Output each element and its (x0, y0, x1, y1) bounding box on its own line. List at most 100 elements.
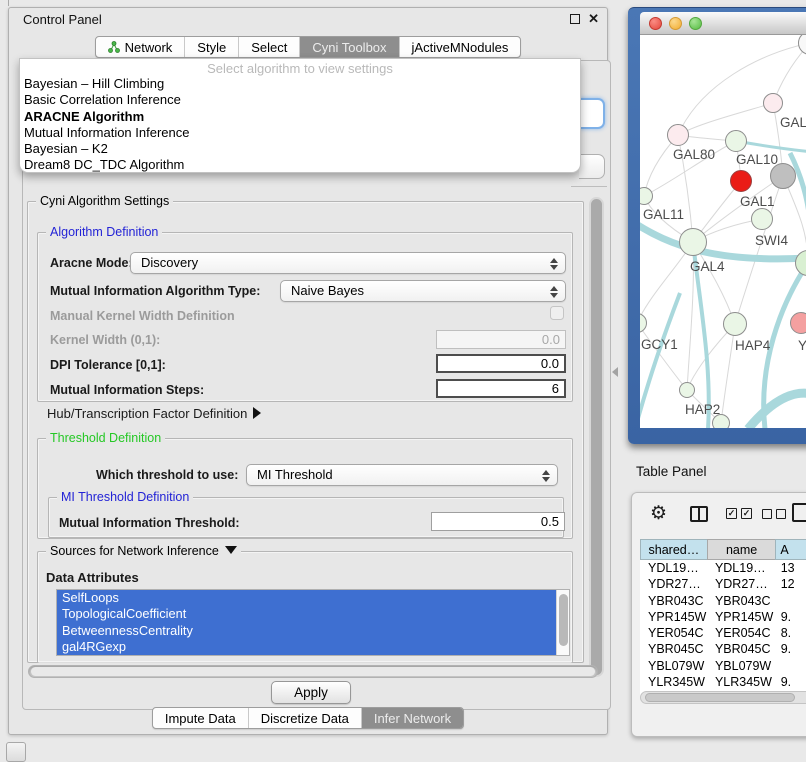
tab-style[interactable]: Style (185, 37, 239, 57)
network-node-hap2[interactable] (679, 382, 695, 398)
network-node-gal10[interactable] (725, 130, 747, 152)
which-threshold-select[interactable]: MI Threshold (246, 464, 558, 486)
network-window-titlebar[interactable] (640, 12, 806, 35)
network-node-gal7[interactable] (763, 93, 783, 113)
unchecked-boxes-icon[interactable] (762, 509, 786, 519)
algorithm-option[interactable]: Bayesian – K2 (20, 141, 580, 157)
gear-icon[interactable]: ⚙ (650, 502, 667, 525)
attribute-item[interactable]: BetweennessCentrality (57, 623, 569, 639)
split-view-icon[interactable] (690, 506, 708, 522)
table-row[interactable]: YBL079WYBL079W (640, 658, 806, 674)
algorithm-option[interactable]: Mutual Information Inference (20, 125, 580, 141)
tab-select[interactable]: Select (239, 37, 300, 57)
attribute-item[interactable]: TopologicalCoefficient (57, 606, 569, 622)
network-node-gal1[interactable] (730, 170, 752, 192)
table-cell: YBR043C (707, 593, 776, 609)
mi-algorithm-type-select[interactable]: Naive Bayes (280, 280, 566, 302)
tab-network-label: Network (125, 37, 173, 58)
minimize-window-icon[interactable] (669, 17, 682, 30)
network-node[interactable] (712, 414, 730, 428)
table-row[interactable]: YBR043CYBR043C (640, 593, 806, 609)
table-row[interactable]: YPR145WYPR145W9. (640, 609, 806, 625)
column-header-shared[interactable]: shared… (640, 539, 707, 560)
network-node-hap4[interactable] (723, 312, 747, 336)
sources-group: Sources for Network Inference Data Attri… (37, 551, 573, 663)
table-cell: 12 (776, 576, 806, 592)
which-threshold-label: Which threshold to use: (96, 468, 238, 482)
mi-steps-label: Mutual Information Steps: (50, 383, 204, 397)
zoom-window-icon[interactable] (689, 17, 702, 30)
table-cell: 9. (776, 674, 806, 690)
network-view-window: GAL7GAL80GAL10GAL1SWI4GAL11GAL4GCY1HAP4Y… (628, 7, 806, 444)
dpi-tolerance-label: DPI Tolerance [0,1]: (50, 358, 166, 372)
close-window-icon[interactable] (649, 17, 662, 30)
tab-discretize-data[interactable]: Discretize Data (249, 708, 362, 728)
node-label: GAL10 (736, 152, 778, 167)
panel-splitter-arrow[interactable] (612, 367, 618, 377)
network-node[interactable] (798, 35, 806, 55)
tab-network[interactable]: Network (96, 37, 186, 57)
network-node[interactable] (770, 163, 796, 189)
inference-algorithm-combo-fragment[interactable] (579, 98, 605, 129)
document-icon[interactable] (792, 503, 806, 522)
tab-cyni-toolbox[interactable]: Cyni Toolbox (300, 37, 399, 57)
table-horizontal-scrollbar[interactable] (640, 691, 806, 704)
control-panel-title: Control Panel (23, 12, 102, 27)
aracne-mode-value: Discovery (141, 255, 198, 270)
table-data-combo-fragment[interactable] (579, 154, 605, 179)
table-row[interactable]: YER054CYER054C8. (640, 625, 806, 641)
algorithm-option[interactable]: Bayesian – Hill Climbing (20, 76, 580, 92)
bottom-left-mini-button[interactable] (6, 742, 26, 762)
table-cell: YDR27… (707, 576, 776, 592)
tab-infer-network[interactable]: Infer Network (362, 708, 463, 728)
settings-vertical-scrollbar[interactable] (589, 197, 604, 677)
table-cell: YDL19… (640, 560, 707, 576)
tab-jactivemnodules[interactable]: jActiveMNodules (400, 37, 521, 57)
network-node-gal80[interactable] (667, 124, 689, 146)
expanded-arrow-icon (225, 546, 237, 554)
top-tab-bar: Network Style Select Cyni Toolbox jActiv… (9, 36, 607, 58)
aracne-mode-select[interactable]: Discovery (130, 252, 566, 274)
screen: Control Panel ✕ Network Style Sel (0, 0, 806, 762)
cyni-algorithm-settings-group: Cyni Algorithm Settings Algorithm Defini… (27, 201, 584, 663)
control-panel-titlebar: Control Panel ✕ (9, 8, 607, 30)
algorithm-option[interactable]: Basic Correlation Inference (20, 92, 580, 108)
settings-horizontal-scrollbar[interactable] (28, 665, 598, 678)
mi-algorithm-type-label: Mutual Information Algorithm Type: (50, 284, 260, 298)
network-node-y[interactable] (790, 312, 806, 334)
algorithm-option[interactable]: ARACNE Algorithm (20, 109, 580, 125)
manual-kernel-width-checkbox[interactable] (550, 306, 564, 320)
network-node-gal4[interactable] (679, 228, 707, 256)
bottom-tab-bar: Impute Data Discretize Data Infer Networ… (9, 707, 607, 729)
kernel-width-field[interactable]: 0.0 (436, 330, 566, 349)
table-row[interactable]: YBR045CYBR045C9. (640, 641, 806, 657)
network-node-gal11[interactable] (640, 187, 653, 205)
table-row[interactable]: YDR27…YDR27…12 (640, 576, 806, 592)
dpi-tolerance-field[interactable]: 0.0 (436, 354, 566, 373)
algorithm-option[interactable]: Dream8 DC_TDC Algorithm (20, 157, 580, 173)
network-node-gcy1[interactable] (640, 313, 647, 333)
attributes-scrollbar[interactable] (556, 590, 569, 655)
network-canvas[interactable]: GAL7GAL80GAL10GAL1SWI4GAL11GAL4GCY1HAP4Y… (640, 35, 806, 428)
tab-impute-data[interactable]: Impute Data (153, 708, 249, 728)
apply-button[interactable]: Apply (271, 681, 351, 704)
algorithm-definition-group: Algorithm Definition Aracne Mode: Discov… (37, 232, 573, 402)
attribute-item[interactable]: SelfLoops (57, 590, 569, 606)
network-node[interactable] (795, 250, 806, 276)
column-header-name[interactable]: name (707, 539, 776, 560)
mi-threshold-label: Mutual Information Threshold: (59, 516, 240, 530)
network-node-swi4[interactable] (751, 208, 773, 230)
table-row[interactable]: YLR345WYLR345W9. (640, 674, 806, 690)
mi-threshold-field[interactable]: 0.5 (431, 512, 565, 531)
table-row[interactable]: YDL19…YDL19…13 (640, 560, 806, 576)
hub-tf-definition-toggle[interactable]: Hub/Transcription Factor Definition (47, 405, 261, 423)
close-panel-icon[interactable]: ✕ (588, 11, 599, 27)
checked-boxes-icon[interactable]: ✓✓ (726, 508, 752, 519)
mi-steps-field[interactable]: 6 (436, 379, 566, 398)
float-panel-icon[interactable] (570, 14, 580, 24)
network-icon (108, 41, 120, 53)
sources-title[interactable]: Sources for Network Inference (46, 544, 241, 558)
attribute-item[interactable]: gal4RGexp (57, 639, 569, 655)
table-cell: YBR045C (640, 641, 707, 657)
column-header-partial[interactable]: A (775, 539, 806, 560)
